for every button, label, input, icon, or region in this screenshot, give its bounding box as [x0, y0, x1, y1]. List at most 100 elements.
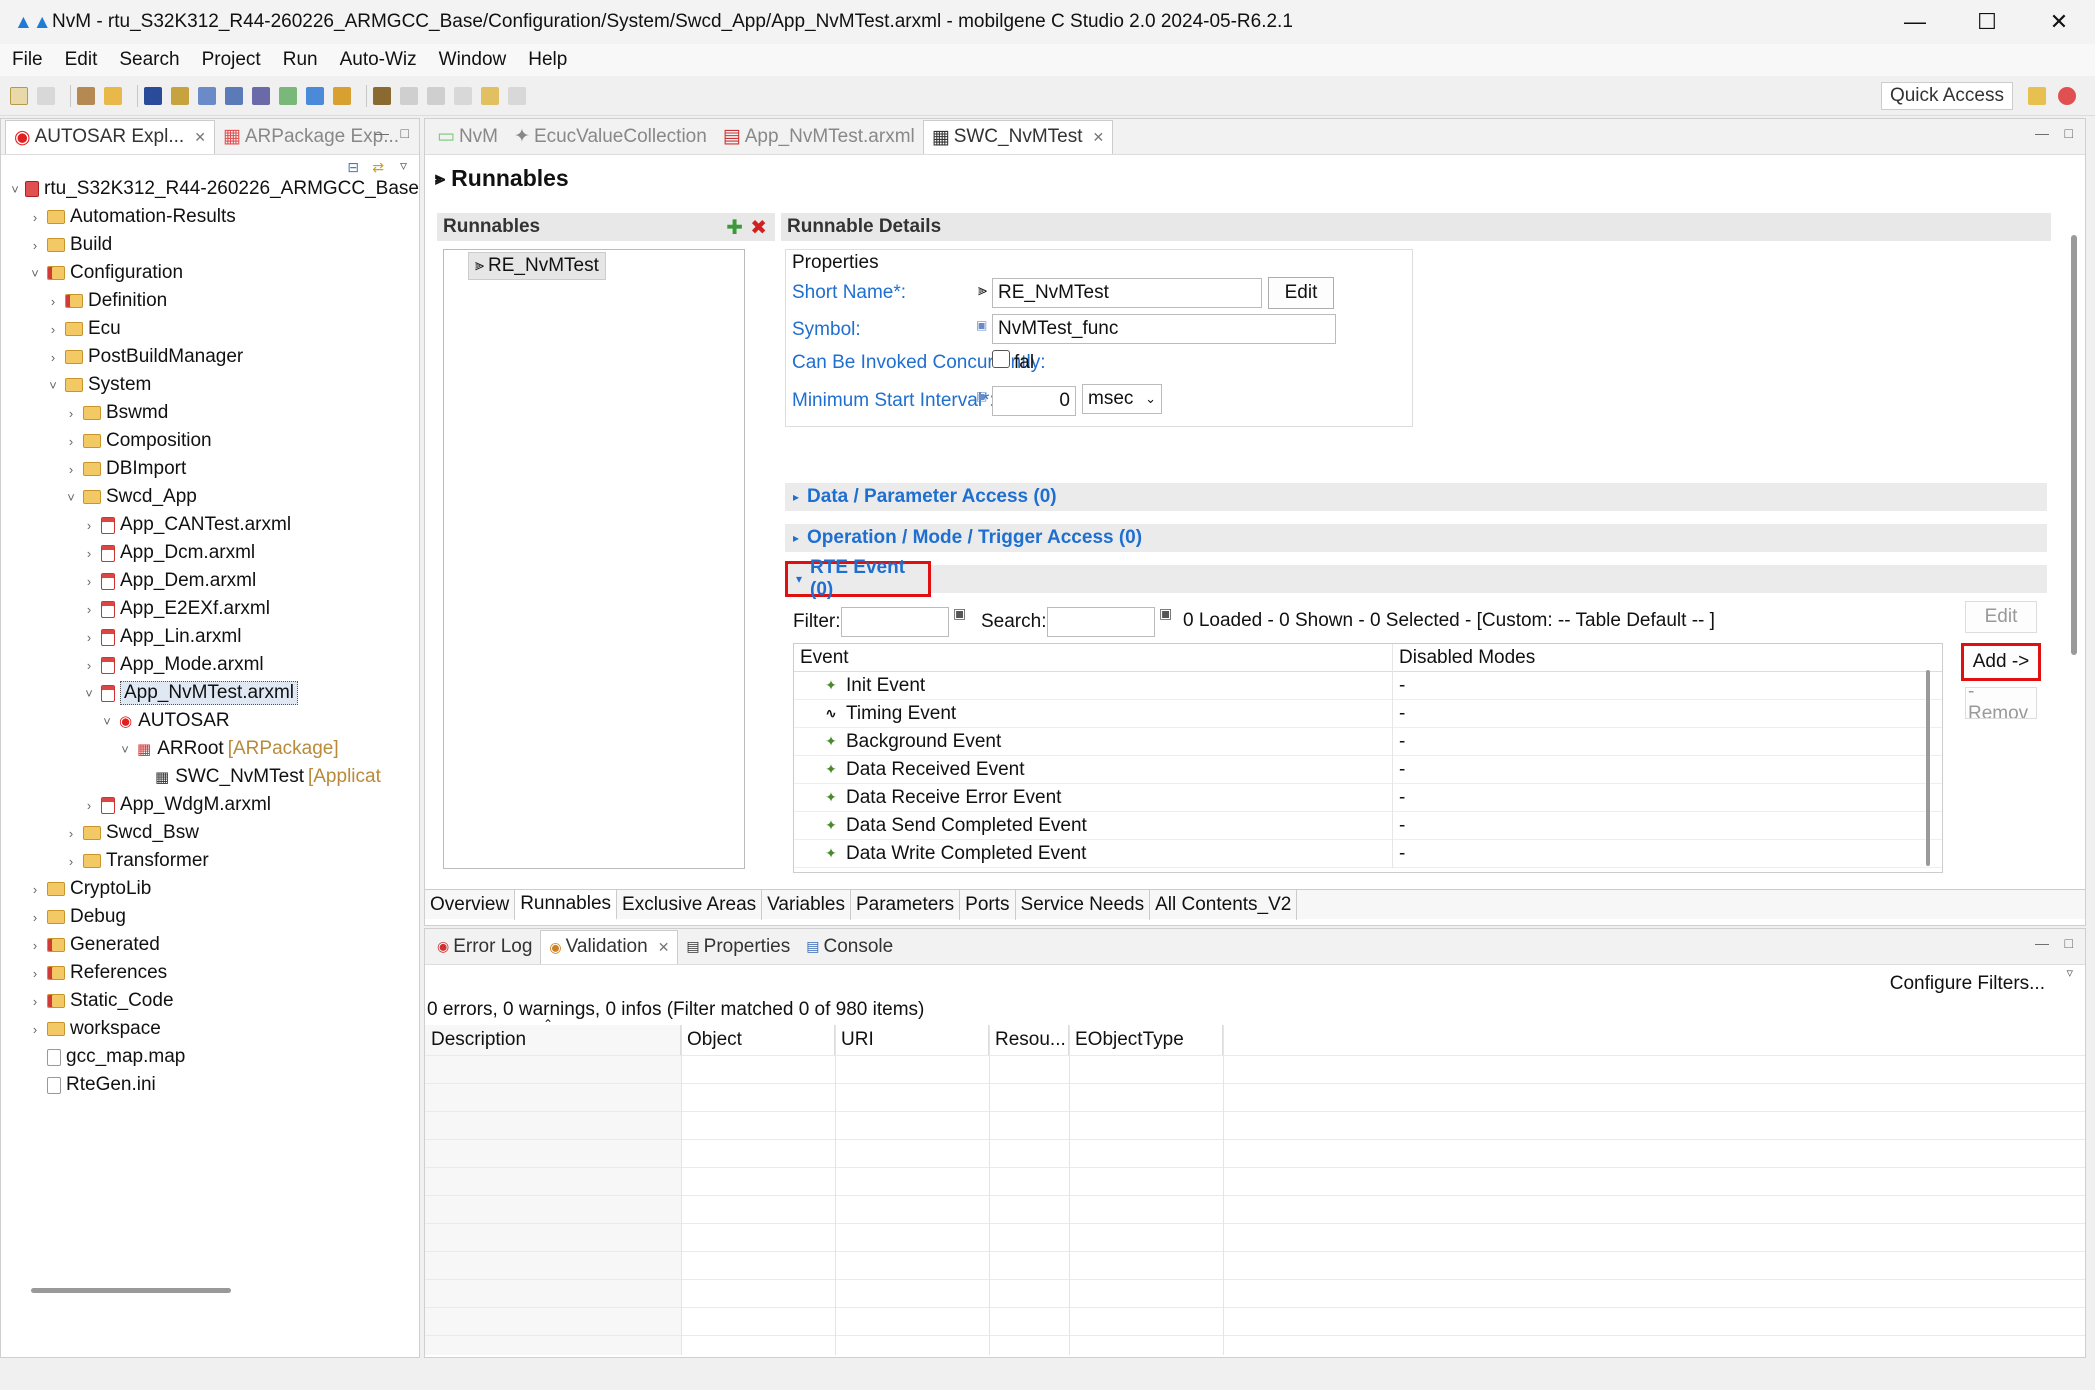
menu-search[interactable]: Search [119, 49, 179, 71]
chevron-right-icon[interactable]: › [63, 826, 79, 841]
tree-item[interactable]: › App_WdgM.arxml [1, 791, 419, 819]
page-tab-service-needs[interactable]: Service Needs [1016, 890, 1151, 920]
tree-item[interactable]: › App_Dem.arxml [1, 567, 419, 595]
save-icon[interactable] [37, 86, 55, 105]
tab-properties[interactable]: ▤ Properties [678, 930, 798, 964]
tab-app-nvmtest-arxml[interactable]: ▤ App_NvMTest.arxml [715, 120, 923, 154]
quick-access-field[interactable]: Quick Access [1880, 82, 2013, 110]
tab-autosar-explorer[interactable]: ◉ AUTOSAR Expl... ✕ [5, 119, 215, 154]
panel-icon[interactable] [279, 86, 297, 105]
tree-item[interactable]: RteGen.ini [1, 1071, 419, 1099]
tools-icon[interactable] [306, 86, 324, 105]
perspective-icon[interactable] [2028, 87, 2046, 105]
wizard-icon[interactable] [171, 86, 189, 105]
tree-item[interactable]: ˅ System [1, 371, 419, 399]
chevron-right-icon[interactable]: › [81, 658, 97, 673]
chevron-right-icon[interactable]: › [81, 546, 97, 561]
tree-item[interactable]: › Definition [1, 287, 419, 315]
tab-ecucvaluecollection[interactable]: ✦ EcucValueCollection [506, 120, 715, 154]
tree-item[interactable]: › Swcd_Bsw [1, 819, 419, 847]
table-row[interactable]: ✦ Init Event - [794, 671, 1942, 700]
column-object[interactable]: Object [681, 1025, 835, 1055]
chevron-right-icon[interactable]: › [63, 434, 79, 449]
tree-item[interactable]: gcc_map.map [1, 1043, 419, 1071]
chevron-down-icon[interactable]: ˅ [63, 490, 79, 505]
table-row[interactable]: ∿ Timing Event - [794, 699, 1942, 728]
rte-edit-button[interactable]: Edit [1965, 601, 2037, 633]
graph-icon[interactable] [225, 86, 243, 105]
tree-item[interactable]: › Build [1, 231, 419, 259]
chevron-right-icon[interactable]: › [81, 518, 97, 533]
table-row[interactable]: ✦ Data Send Completed Event - [794, 811, 1942, 840]
chevron-right-icon[interactable]: › [63, 854, 79, 869]
menu-help[interactable]: Help [528, 49, 567, 71]
minimize-panel-icon[interactable]: — [2035, 935, 2049, 951]
terminal-icon[interactable] [144, 86, 162, 105]
table-scrollbar[interactable] [1926, 670, 1930, 866]
tree-item[interactable]: ˅ Swcd_App [1, 483, 419, 511]
link-editor-icon[interactable]: ⇄ [372, 159, 384, 176]
chevron-right-icon[interactable]: › [45, 350, 61, 365]
tree-item[interactable]: ˅ ◉ AUTOSAR [1, 707, 419, 735]
page-tab-all-contents[interactable]: All Contents_V2 [1150, 890, 1298, 920]
chevron-down-icon[interactable]: ˅ [9, 182, 21, 197]
page-tab-exclusive-areas[interactable]: Exclusive Areas [617, 890, 763, 920]
page-tab-overview[interactable]: Overview [425, 890, 516, 920]
close-tab-icon[interactable]: ✕ [1093, 129, 1105, 146]
chevron-right-icon[interactable]: › [45, 322, 61, 337]
tree-item[interactable]: › References [1, 959, 419, 987]
filter-input[interactable] [841, 607, 949, 637]
tree-item[interactable]: › App_Mode.arxml [1, 651, 419, 679]
horizontal-scrollbar[interactable] [31, 1288, 231, 1293]
menu-edit[interactable]: Edit [65, 49, 98, 71]
symbol-field[interactable]: NvMTest_func [992, 314, 1336, 344]
menu-auto-wiz[interactable]: Auto-Wiz [340, 49, 417, 71]
clear-search-icon[interactable]: ▣ [1159, 605, 1172, 622]
tree-item[interactable]: › Generated [1, 931, 419, 959]
delete-runnable-icon[interactable]: ✖ [750, 215, 767, 240]
data-parameter-access-section[interactable]: ▸ Data / Parameter Access (0) [785, 483, 2047, 511]
tree-item[interactable]: ˅ ▦ ARRoot [ARPackage] [1, 735, 419, 763]
tree-item[interactable]: › Ecu [1, 315, 419, 343]
column-header-event[interactable]: Event [794, 647, 1392, 669]
view-menu-icon[interactable]: ▿ [400, 157, 407, 174]
page-tab-ports[interactable]: Ports [960, 890, 1016, 920]
chevron-down-icon[interactable]: ˅ [45, 378, 61, 393]
tree-item[interactable]: › App_Dcm.arxml [1, 539, 419, 567]
column-eobjecttype[interactable]: EObjectType [1069, 1025, 1223, 1055]
chevron-right-icon[interactable]: › [27, 966, 43, 981]
tab-nvm[interactable]: ▭ NvM [429, 120, 506, 154]
annotation-icon[interactable] [427, 86, 445, 105]
maximize-editor-icon[interactable]: □ [2065, 125, 2073, 141]
chevron-right-icon[interactable]: › [27, 994, 43, 1009]
chevron-down-icon[interactable]: ˅ [27, 266, 43, 281]
menu-file[interactable]: File [12, 49, 43, 71]
column-resource[interactable]: Resou... [989, 1025, 1069, 1055]
close-icon[interactable]: ✕ [2023, 0, 2095, 44]
chevron-right-icon[interactable]: › [81, 574, 97, 589]
tree-item[interactable]: › DBImport [1, 455, 419, 483]
edit-short-name-button[interactable]: Edit [1268, 277, 1334, 309]
minimize-icon[interactable]: — [1879, 0, 1951, 44]
chevron-down-icon[interactable]: ˅ [99, 714, 115, 729]
tree-item[interactable]: ˅ Configuration [1, 259, 419, 287]
tree-item[interactable]: › CryptoLib [1, 875, 419, 903]
tree-item[interactable]: › App_CANTest.arxml [1, 511, 419, 539]
short-name-field[interactable]: RE_NvMTest [992, 278, 1262, 308]
chevron-right-icon[interactable]: › [63, 406, 79, 421]
rte-event-section[interactable]: ▾ RTE Event (0) [785, 557, 931, 600]
page-tab-variables[interactable]: Variables [762, 890, 851, 920]
chevron-right-icon[interactable]: › [81, 798, 97, 813]
minimize-editor-icon[interactable]: — [2035, 125, 2049, 141]
chevron-right-icon[interactable]: › [27, 238, 43, 253]
build-icon[interactable] [77, 86, 95, 105]
chevron-right-icon[interactable]: › [81, 602, 97, 617]
chevron-right-icon[interactable]: › [81, 630, 97, 645]
chevron-right-icon[interactable]: › [27, 1022, 43, 1037]
tree-item[interactable]: ˅ rtu_S32K312_R44-260226_ARMGCC_Base [1, 175, 419, 203]
menu-run[interactable]: Run [283, 49, 318, 71]
new-icon[interactable] [10, 86, 28, 105]
layout-icon[interactable] [252, 86, 270, 105]
column-description[interactable]: Description ⌃ [425, 1017, 681, 1055]
tree-item[interactable]: › Debug [1, 903, 419, 931]
